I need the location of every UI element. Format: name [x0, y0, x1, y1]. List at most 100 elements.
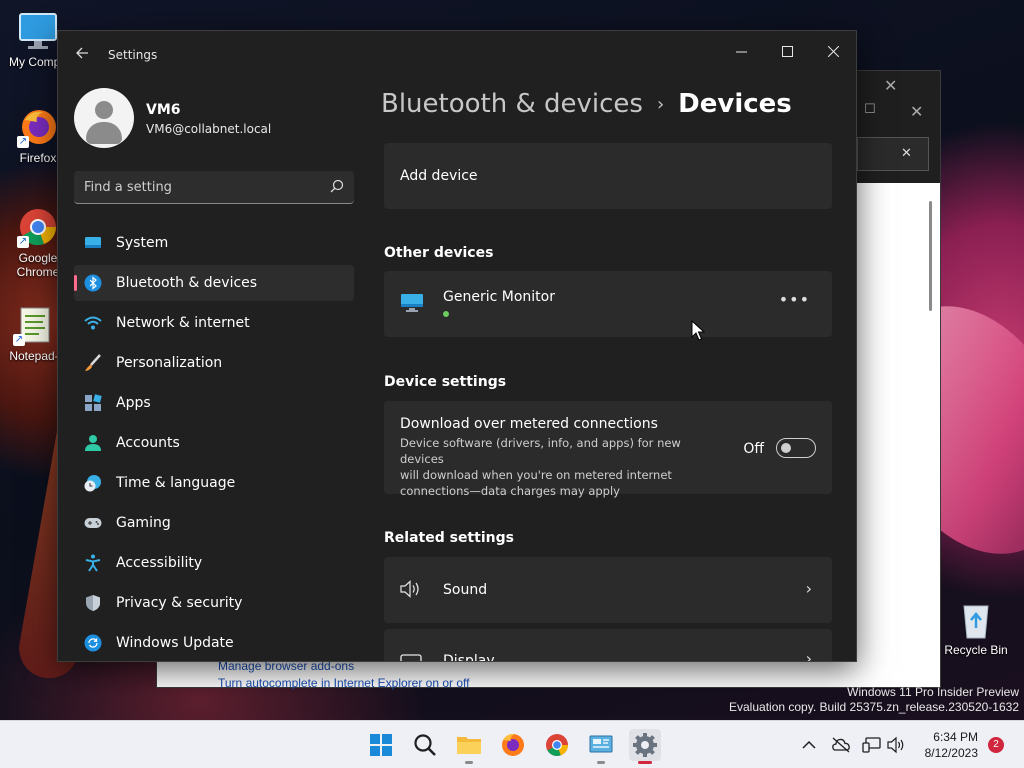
- start-icon: [370, 734, 392, 756]
- chevron-up-icon[interactable]: [801, 738, 817, 752]
- background-window-scrollbar[interactable]: [929, 201, 932, 311]
- watermark-line2: Evaluation copy. Build 25375.zn_release.…: [729, 700, 1019, 714]
- display-icon: [400, 654, 422, 661]
- window-title: Settings: [108, 48, 158, 62]
- status-indicator: [443, 311, 449, 317]
- background-window-close-icon-2[interactable]: ✕: [910, 102, 923, 121]
- sidebar-item-label: Windows Update: [116, 635, 234, 651]
- settings-icon: [633, 733, 657, 757]
- sidebar-item-bluetooth-devices[interactable]: Bluetooth & devices: [74, 265, 354, 301]
- volume-icon[interactable]: [887, 736, 905, 754]
- breadcrumb-parent[interactable]: Bluetooth & devices: [381, 89, 643, 119]
- close-icon[interactable]: [810, 37, 856, 69]
- desktop-icon-recycle-bin[interactable]: Recycle Bin: [940, 598, 1012, 657]
- background-window-close-icon[interactable]: ✕: [884, 76, 897, 95]
- sidebar-item-privacy-security[interactable]: Privacy & security: [74, 585, 354, 621]
- gamepad-icon: [84, 518, 102, 528]
- taskbar-settings[interactable]: [629, 729, 661, 764]
- more-options-icon[interactable]: •••: [779, 292, 810, 308]
- sidebar-item-label: Apps: [116, 395, 151, 411]
- metered-connections-card: Download over metered connections Device…: [384, 401, 832, 498]
- sidebar-item-apps[interactable]: Apps: [74, 385, 354, 421]
- settings-window: Settings VM6 VM6@collabnet.local System: [57, 30, 857, 662]
- metered-title: Download over metered connections: [400, 416, 658, 432]
- chevron-right-icon: ›: [656, 93, 665, 115]
- search-icon: [414, 734, 436, 756]
- sidebar-item-time-language[interactable]: Time & language: [74, 465, 354, 501]
- taskbar: 6:34 PM 8/12/2023 2: [0, 720, 1024, 768]
- sidebar-item-label: Accessibility: [116, 555, 203, 571]
- title-bar: Settings: [58, 31, 856, 79]
- chevron-right-icon: ›: [805, 649, 812, 662]
- avatar[interactable]: [74, 88, 134, 148]
- shield-icon: [86, 595, 100, 611]
- sidebar-item-label: Time & language: [116, 475, 236, 491]
- background-window-maximize-icon[interactable]: ☐: [864, 102, 876, 117]
- search-input[interactable]: [84, 171, 324, 203]
- add-device-label: Add device: [400, 168, 478, 184]
- search-icon[interactable]: [330, 179, 344, 193]
- start-button[interactable]: [365, 729, 397, 761]
- minimize-icon[interactable]: [718, 37, 764, 69]
- shortcut-arrow-icon: ↗: [13, 334, 25, 346]
- breadcrumb: Bluetooth & devices › Devices: [381, 89, 792, 119]
- brush-icon: [85, 354, 101, 371]
- accessibility-icon: [85, 554, 101, 572]
- toggle-state-label: Off: [743, 441, 764, 457]
- sidebar-item-accessibility[interactable]: Accessibility: [74, 545, 354, 581]
- sidebar-item-system[interactable]: System: [74, 225, 354, 261]
- update-icon: [84, 634, 102, 652]
- apps-icon: [85, 394, 102, 411]
- network-icon[interactable]: [862, 736, 882, 754]
- chrome-icon: [546, 734, 568, 756]
- profile-email: VM6@collabnet.local: [146, 122, 272, 136]
- firefox-icon: ↗: [17, 106, 59, 148]
- sidebar-item-gaming[interactable]: Gaming: [74, 505, 354, 541]
- display-label: Display: [443, 653, 495, 662]
- device-settings-heading: Device settings: [384, 374, 507, 390]
- add-device-card[interactable]: Add device: [384, 143, 832, 209]
- sidebar-item-network[interactable]: Network & internet: [74, 305, 354, 341]
- related-item-display[interactable]: Display ›: [384, 629, 832, 662]
- related-item-sound[interactable]: Sound ›: [384, 557, 832, 623]
- taskbar-search-button[interactable]: [409, 729, 441, 761]
- wifi-icon: [84, 316, 102, 330]
- taskbar-clock[interactable]: 6:34 PM 8/12/2023: [925, 729, 978, 761]
- related-settings-heading: Related settings: [384, 530, 514, 546]
- sound-label: Sound: [443, 582, 488, 598]
- sidebar-item-label: System: [116, 235, 169, 251]
- maximize-icon[interactable]: [764, 37, 810, 69]
- back-arrow-icon[interactable]: [70, 43, 94, 67]
- device-card-generic-monitor[interactable]: Generic Monitor •••: [384, 271, 832, 337]
- notification-badge[interactable]: 2: [988, 737, 1004, 753]
- chevron-right-icon: ›: [805, 579, 812, 598]
- search-box[interactable]: [74, 171, 354, 204]
- sidebar-item-accounts[interactable]: Accounts: [74, 425, 354, 461]
- clear-search-icon[interactable]: ✕: [901, 146, 912, 161]
- chrome-icon: ↗: [17, 206, 59, 248]
- mouse-cursor-icon: [691, 320, 705, 341]
- accounts-icon: [85, 435, 101, 451]
- profile-name: VM6: [146, 102, 181, 118]
- computer-icon: [17, 10, 59, 52]
- bluetooth-icon: [84, 274, 102, 292]
- sidebar-item-windows-update[interactable]: Windows Update: [74, 625, 354, 661]
- other-devices-heading: Other devices: [384, 245, 494, 261]
- notepad-icon: ↗: [13, 304, 55, 346]
- background-window-search-field[interactable]: [857, 137, 929, 171]
- speaker-icon: [400, 580, 419, 598]
- taskbar-firefox[interactable]: [497, 729, 529, 761]
- recycle-bin-icon: [955, 598, 997, 640]
- system-icon: [85, 237, 101, 248]
- sidebar-item-label: Gaming: [116, 515, 171, 531]
- taskbar-chrome[interactable]: [541, 729, 573, 761]
- sidebar-item-label: Personalization: [116, 355, 223, 371]
- sidebar-item-personalization[interactable]: Personalization: [74, 345, 354, 381]
- sidebar-item-label: Privacy & security: [116, 595, 243, 611]
- device-name: Generic Monitor: [443, 289, 555, 305]
- taskbar-file-explorer[interactable]: [453, 729, 485, 764]
- onedrive-offline-icon[interactable]: [831, 736, 851, 754]
- autocomplete-link[interactable]: Turn autocomplete in Internet Explorer o…: [218, 676, 469, 690]
- metered-toggle[interactable]: [776, 438, 816, 458]
- taskbar-control-panel[interactable]: [585, 729, 617, 764]
